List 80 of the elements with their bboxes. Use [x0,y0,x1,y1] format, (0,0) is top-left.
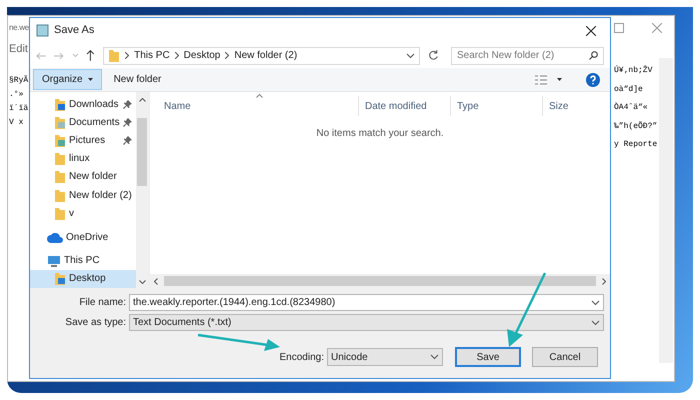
text-line: V x [9,117,24,129]
folder-icon [54,272,66,286]
text-line: §RyÃ [9,74,30,87]
nav-item[interactable]: v [30,204,136,223]
nav-item[interactable]: This PC [30,252,136,270]
folder-icon [54,206,66,220]
cancel-button[interactable]: Cancel [532,347,598,367]
column-header[interactable]: Date modified [358,96,450,116]
help-icon[interactable] [586,72,600,86]
text-line: .°» [9,89,24,101]
chevron-down-icon [406,52,416,58]
breadcrumb-item[interactable]: Desktop [184,48,220,63]
maximize-icon[interactable] [614,23,624,33]
folder-icon [54,170,66,184]
dialog-title: Save As [54,23,96,38]
folder-icon [54,134,66,148]
text-line: Ú¥‚nb;ŽV [614,64,654,77]
scrollbar[interactable] [150,274,610,288]
field-label: Save as type: [64,316,126,330]
folder-icon [108,49,120,62]
folder-icon [54,98,66,111]
address-bar[interactable]: This PC Desktop New folder (2) [103,46,420,64]
caret-icon[interactable] [557,78,562,81]
nav-item[interactable]: Downloads [30,95,136,114]
cloud-icon [47,232,63,243]
chevron-right-icon [125,52,130,59]
field-label: Encoding: [280,350,324,364]
refresh-icon[interactable] [428,50,439,61]
sort-caret-icon [256,94,263,98]
scrollbar[interactable] [136,92,149,288]
folder-icon [54,188,66,202]
folder-icon [54,152,66,166]
nav-item[interactable]: Pictures [30,131,136,150]
column-header[interactable]: Type [450,96,542,116]
file-type-dropdown[interactable]: Text Documents (*.txt) [129,314,604,331]
field-label: File name: [78,296,126,310]
nav-item[interactable]: Desktop [30,270,136,288]
forward-arrow-icon[interactable] [54,52,64,60]
nav-item[interactable]: New folder (2) [30,186,136,204]
chevron-down-icon [430,354,439,360]
text-line: ÒA4ˆä“« [614,101,649,114]
nav-item[interactable]: OneDrive [30,228,136,247]
up-arrow-icon[interactable] [86,50,96,61]
chevron-left-icon[interactable] [154,278,158,284]
close-icon[interactable] [586,26,596,36]
nav-item[interactable]: linux [30,150,136,168]
back-arrow-icon[interactable] [36,52,46,60]
scrollbar-thumb[interactable] [164,276,596,286]
menu-item[interactable]: Edit [9,40,28,58]
text-line: ‰”h(eÕÐ?” [614,120,658,132]
file-name-field[interactable]: the.weakly.reporter.(1944).eng.1cd.(8234980) [129,294,604,311]
chevron-down-icon [591,320,600,326]
column-header[interactable]: Size [542,96,610,116]
chevron-right-icon [174,52,179,59]
folder-icon [54,116,66,129]
new-folder-button[interactable]: New folder [112,72,164,87]
text-line: oà“d]e [614,84,644,96]
nav-item[interactable]: Documents [30,113,136,132]
computer-icon [47,254,61,267]
scrollbar-thumb[interactable] [137,118,148,186]
search-icon [589,51,598,60]
window-title: ne.we [9,22,29,34]
breadcrumb-item[interactable]: This PC [134,48,170,63]
chevron-right-icon[interactable] [602,278,606,284]
text-line: ï´ïä [9,103,30,115]
save-button[interactable]: Save [455,347,521,367]
chevron-right-icon [225,52,230,59]
chevron-down-icon[interactable] [138,280,146,284]
caret-icon [88,78,93,81]
breadcrumb-item[interactable]: New folder (2) [234,48,298,63]
column-header[interactable]: Name [150,96,358,116]
organize-button[interactable]: Organize [33,69,102,90]
chevron-down-icon [591,300,600,306]
text-line: y Reporte [614,139,658,151]
encoding-dropdown[interactable]: Unicode [327,348,443,366]
nav-item[interactable]: New folder [30,168,136,186]
empty-message: No items match your search. [316,127,444,141]
view-options-icon[interactable] [535,74,547,84]
search-field[interactable]: Search New folder (2) [451,46,604,64]
chevron-up-icon[interactable] [138,98,146,102]
